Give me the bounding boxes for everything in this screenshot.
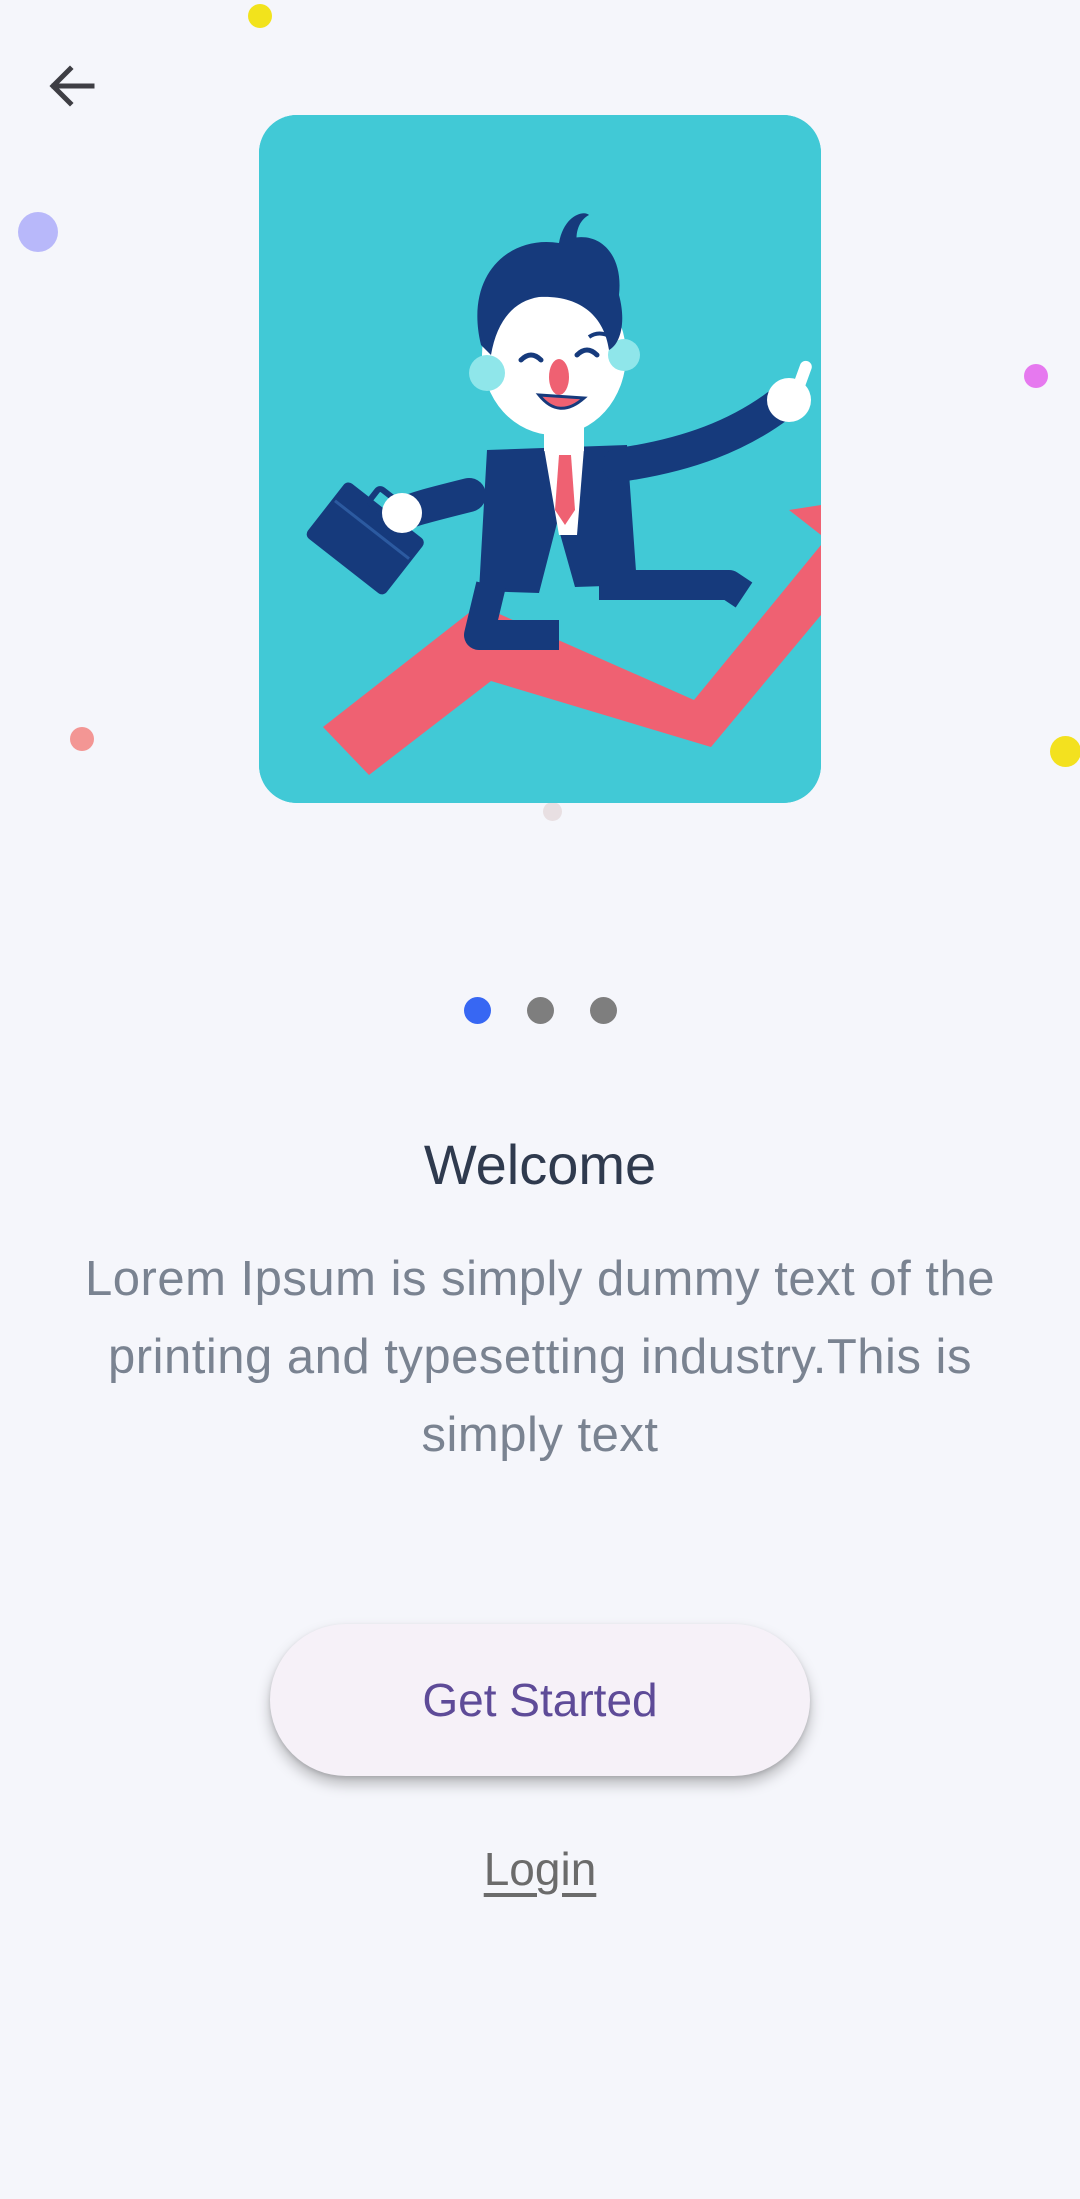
- confetti-dot: [1024, 364, 1048, 388]
- page-description: Lorem Ipsum is simply dummy text of the …: [85, 1252, 995, 1462]
- page-dot[interactable]: [526, 997, 554, 1024]
- confetti-dot: [543, 802, 562, 821]
- confetti-dot: [248, 4, 272, 28]
- arrow-left-icon: [44, 58, 100, 119]
- businessman-growth-chart-icon: [259, 115, 821, 803]
- get-started-button[interactable]: Get Started: [270, 1624, 810, 1776]
- page-dot-active[interactable]: [463, 997, 491, 1024]
- back-button[interactable]: [34, 50, 110, 126]
- page-title: Welcome: [423, 1133, 657, 1196]
- confetti-dot: [70, 727, 94, 751]
- confetti-dot: [1050, 736, 1080, 767]
- page-dot[interactable]: [589, 997, 617, 1024]
- pagination-indicator: [0, 997, 1080, 1024]
- login-link[interactable]: Login: [0, 1842, 1080, 1896]
- confetti-dot: [18, 212, 58, 252]
- hero-illustration: [259, 115, 821, 803]
